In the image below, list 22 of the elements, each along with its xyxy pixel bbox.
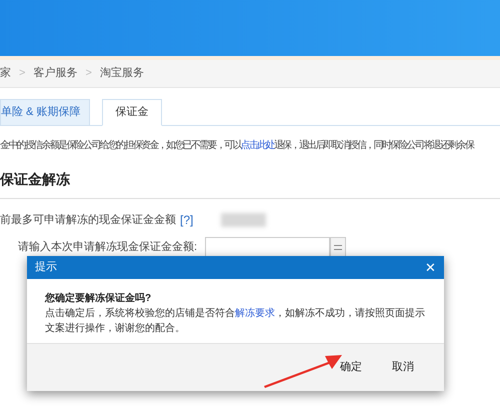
confirm-button[interactable]: 确定 [336,359,366,376]
help-link[interactable]: [?] [180,211,194,229]
dialog-question: 您确定要解冻保证金吗? [45,291,152,306]
notice-text: 金中的授信余额是保险公司给您的担保资金，如您已不需要，可以点击此处退保，退出后即取消授信，同时保险公司将退还剩余保 [0,138,475,153]
breadcrumb-link[interactable]: 家 [0,65,11,82]
redacted-value [221,213,266,227]
tab[interactable]: 保证金 [102,99,162,126]
requirements-link[interactable]: 解冻要求 [235,308,275,319]
breadcrumb-link[interactable]: 客户服务 [33,65,78,82]
dialog-title: 提示 [35,260,57,276]
breadcrumb-separator: > [85,66,92,82]
notice-link[interactable]: 点击此处 [240,140,274,151]
calculator-icon[interactable] [330,237,346,257]
input-field[interactable] [205,237,330,257]
dialog-message: 点击确定后，系统将校验您的店铺是否符合解冻要求，如解冻不成功，请按照页面提示文案进行操作，谢谢您的配合。 [45,306,426,336]
field-label: 请输入本次申请解冻现金保证金金额: [18,240,198,255]
breadcrumb-link[interactable]: 淘宝服务 [100,65,144,82]
cancel-button[interactable]: 取消 [388,359,418,376]
field-label: 前最多可申请解冻的现金保证金金额 [0,212,176,228]
close-button[interactable]: ✕ [425,261,436,274]
breadcrumb-separator: > [19,66,26,82]
tab[interactable]: 单险 & 账期保障 [0,99,90,125]
